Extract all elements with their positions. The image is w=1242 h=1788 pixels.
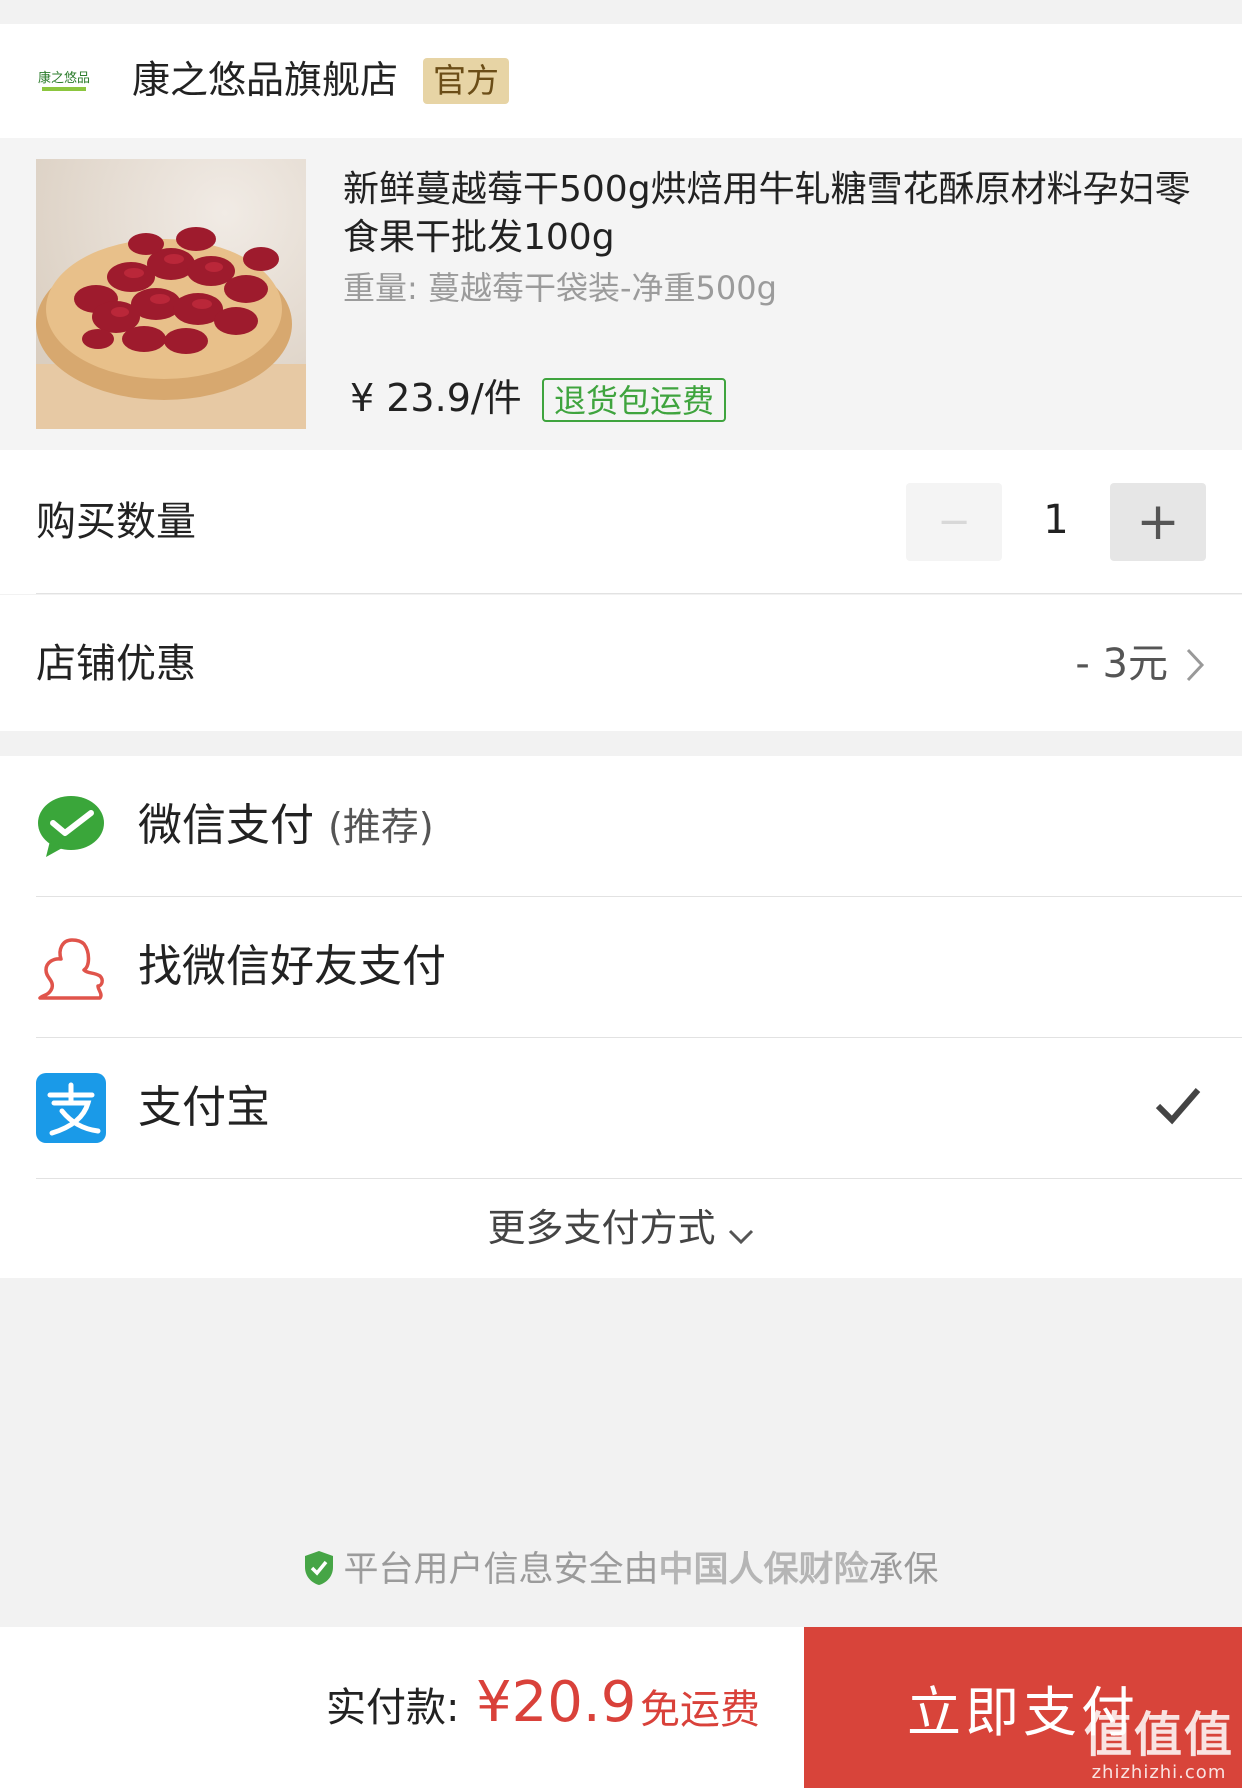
wechat-pay-icon [36,791,106,861]
security-suffix: 承保 [868,1550,939,1590]
security-note: 平台用户信息安全由中国人保财险承保 [0,1544,1242,1596]
quantity-row: 购买数量 − 1 + [0,450,1242,594]
quantity-increase-button[interactable]: + [1110,483,1206,561]
product-image [36,159,306,429]
payment-option-alipay[interactable]: 支付宝 [0,1038,1242,1178]
checkout-bar: 实付款: ¥20.9 免运费 立即支付 值值值 zhizhizhi.com [0,1627,1242,1788]
store-name[interactable]: 康之悠品旗舰店 [132,54,398,106]
store-discount-value: - 3元 [1075,641,1168,687]
payment-label: 支付宝 [138,1082,270,1133]
store-discount-row[interactable]: 店铺优惠 - 3元 [0,595,1242,731]
total-amount: ¥20.9 [476,1670,637,1735]
product-spec: 重量: 蔓越莓干袋装-净重500g [343,269,777,307]
return-shipping-badge: 退货包运费 [542,378,727,422]
store-discount-label: 店铺优惠 [36,641,196,687]
product-title[interactable]: 新鲜蔓越莓干500g烘焙用牛轧糖雪花酥原材料孕妇零食果干批发100g [343,166,1203,262]
payment-option-wechat[interactable]: 微信支付 (推荐) [0,756,1242,896]
quantity-label: 购买数量 [36,499,196,545]
payment-note: (推荐) [328,805,434,849]
watermark-sub: zhizhizhi.com [1091,1762,1227,1783]
free-shipping-label: 免运费 [640,1687,760,1733]
shield-check-icon [303,1549,335,1587]
check-icon [1154,1084,1202,1128]
alipay-icon [36,1073,106,1143]
security-prefix: 平台用户信息安全由 [343,1550,659,1590]
quantity-decrease-button[interactable]: − [906,483,1002,561]
divider [36,593,1242,594]
product-price: ¥ 23.9/件 [350,376,522,420]
store-logo: 康之悠品 [36,54,92,106]
payment-label: 微信支付 [138,800,314,851]
watermark: 值值值 zhizhizhi.com [1084,1708,1234,1784]
quantity-value[interactable]: 1 [1020,490,1092,550]
chevron-right-icon [1184,647,1206,683]
friend-pay-icon [36,932,106,1002]
more-payment-methods-button[interactable]: 更多支付方式 [0,1178,1242,1278]
payment-label: 找微信好友支付 [138,941,446,992]
official-badge: 官方 [423,58,509,104]
security-brand: 中国人保财险 [658,1550,869,1590]
store-logo-text: 康之悠品 [38,70,90,86]
product-card: 新鲜蔓越莓干500g烘焙用牛轧糖雪花酥原材料孕妇零食果干批发100g 重量: 蔓… [0,138,1242,450]
payment-option-friend[interactable]: 找微信好友支付 [0,897,1242,1037]
store-header[interactable]: 康之悠品 康之悠品旗舰店 官方 [0,24,1242,138]
more-payment-methods-label: 更多支付方式 [487,1206,716,1250]
total-label: 实付款: [326,1685,460,1731]
payment-methods: 微信支付 (推荐) 找微信好友支付 支付宝 更多支付方式 [0,756,1242,1278]
chevron-down-icon [727,1227,755,1247]
watermark-main: 值值值 [1083,1707,1234,1763]
